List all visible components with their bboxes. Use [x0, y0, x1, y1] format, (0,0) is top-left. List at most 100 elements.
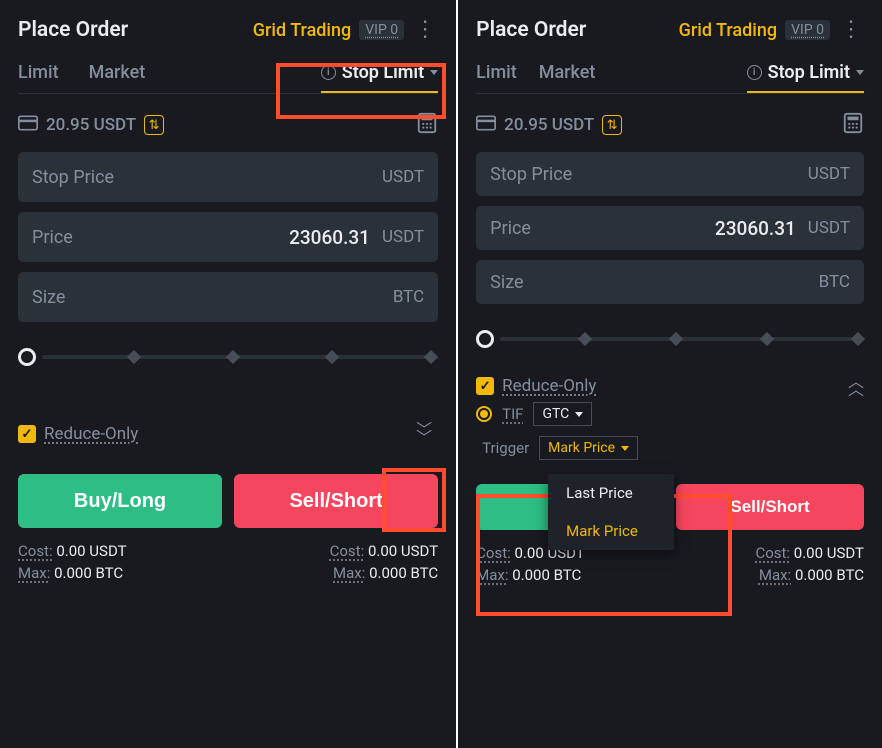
header-right: Grid Trading VIP 0 ⋮ — [253, 20, 438, 41]
vip-badge[interactable]: VIP 0 — [785, 20, 830, 40]
tif-value: GTC — [542, 406, 569, 422]
trigger-row: Trigger Mark Price — [482, 436, 864, 460]
panel-header: Place Order Grid Trading VIP 0 ⋮ — [18, 18, 438, 42]
price-input[interactable]: Price 23060.31 USDT — [476, 206, 864, 250]
price-input[interactable]: Price 23060.31 USDT — [18, 212, 438, 262]
slider-handle[interactable] — [18, 348, 36, 366]
reduce-only-label: Reduce-Only — [44, 424, 138, 444]
sell-max-value: 0.000 BTC — [369, 564, 438, 582]
balance-amount[interactable]: 20.95 USDT — [46, 115, 136, 135]
tif-select[interactable]: GTC — [533, 402, 592, 426]
sell-cost-label: Cost: — [755, 544, 790, 562]
panel-title: Place Order — [18, 18, 128, 42]
grid-trading-link[interactable]: Grid Trading — [679, 20, 777, 41]
size-slider[interactable] — [476, 330, 864, 348]
panel-header: Place Order Grid Trading VIP 0 ⋮ — [476, 18, 864, 42]
expand-advanced-icon[interactable]: ﹀﹀ — [410, 420, 438, 448]
tab-stop-limit[interactable]: i Stop Limit — [747, 62, 864, 93]
info-icon[interactable]: i — [747, 65, 762, 80]
action-buttons: Buy/Long Sell/Short — [18, 474, 438, 528]
tab-market[interactable]: Market — [539, 62, 596, 93]
tab-stop-limit-label: Stop Limit — [342, 62, 424, 83]
balance-amount[interactable]: 20.95 USDT — [504, 115, 594, 135]
price-label: Price — [32, 227, 73, 248]
chevron-down-icon[interactable] — [430, 70, 438, 75]
max-row: Max: 0.000 BTC Max: 0.000 BTC — [476, 566, 864, 584]
price-value: 23060.31 — [289, 226, 370, 249]
wallet-icon — [18, 115, 38, 135]
advanced-options-row: ✓ Reduce-Only ﹀﹀ — [18, 420, 438, 448]
tab-market[interactable]: Market — [89, 62, 146, 93]
trigger-dropdown: Last Price Mark Price — [548, 474, 674, 550]
buy-max-value: 0.000 BTC — [54, 564, 123, 582]
advanced-options-block: ✓ Reduce-Only ︿︿ TIF GTC Trigger Mark Pr… — [476, 376, 864, 478]
order-type-tabs: Limit Market i Stop Limit — [476, 62, 864, 94]
trigger-select[interactable]: Mark Price — [539, 436, 638, 460]
buy-max-label: Max: — [476, 566, 508, 584]
tab-stop-limit-label: Stop Limit — [768, 62, 850, 83]
info-icon[interactable]: i — [321, 65, 336, 80]
checkbox-checked-icon: ✓ — [476, 377, 494, 395]
max-row: Max: 0.000 BTC Max: 0.000 BTC — [18, 564, 438, 582]
reduce-only-checkbox[interactable]: ✓ Reduce-Only — [476, 376, 596, 396]
tab-limit[interactable]: Limit — [476, 62, 517, 93]
sell-cost-label: Cost: — [330, 542, 365, 560]
swap-icon[interactable]: ⇅ — [144, 115, 164, 135]
size-unit: BTC — [819, 272, 850, 292]
chevron-down-icon[interactable] — [856, 70, 864, 75]
more-menu-icon[interactable]: ⋮ — [412, 24, 438, 36]
calculator-icon[interactable] — [416, 112, 438, 138]
sell-cost-value: 0.00 USDT — [368, 542, 438, 560]
order-panel-expanded: Place Order Grid Trading VIP 0 ⋮ Limit M… — [458, 0, 882, 748]
size-input[interactable]: Size BTC — [476, 260, 864, 304]
collapse-advanced-icon[interactable]: ︿︿ — [848, 378, 864, 394]
size-label: Size — [32, 287, 65, 308]
slider-track[interactable] — [42, 355, 438, 359]
vip-badge[interactable]: VIP 0 — [359, 20, 404, 40]
trigger-value: Mark Price — [548, 440, 615, 456]
stop-price-label: Stop Price — [490, 164, 572, 185]
chevron-down-icon — [575, 412, 583, 417]
buy-max-value: 0.000 BTC — [512, 566, 581, 584]
buy-cost-value: 0.00 USDT — [56, 542, 126, 560]
sell-short-button[interactable]: Sell/Short — [676, 484, 864, 530]
size-unit: BTC — [393, 287, 424, 307]
reduce-only-checkbox[interactable]: ✓ Reduce-Only — [18, 424, 138, 444]
dropdown-option-last-price[interactable]: Last Price — [548, 474, 674, 512]
more-menu-icon[interactable]: ⋮ — [838, 24, 864, 36]
tab-limit[interactable]: Limit — [18, 62, 59, 93]
stop-price-input[interactable]: Stop Price USDT — [18, 152, 438, 202]
dropdown-option-mark-price[interactable]: Mark Price — [548, 512, 674, 550]
calculator-icon[interactable] — [842, 112, 864, 138]
size-input[interactable]: Size BTC — [18, 272, 438, 322]
grid-trading-link[interactable]: Grid Trading — [253, 20, 351, 41]
size-label: Size — [490, 272, 523, 293]
cost-row: Cost: 0.00 USDT Cost: 0.00 USDT — [18, 542, 438, 560]
sell-max-value: 0.000 BTC — [795, 566, 864, 584]
price-label: Price — [490, 218, 531, 239]
swap-icon[interactable]: ⇅ — [602, 115, 622, 135]
balance-row: 20.95 USDT ⇅ — [18, 112, 438, 138]
buy-long-button[interactable]: Buy/Long — [18, 474, 222, 528]
size-slider[interactable] — [18, 348, 438, 366]
stop-price-unit: USDT — [382, 167, 424, 187]
balance-row: 20.95 USDT ⇅ — [476, 112, 864, 138]
slider-handle[interactable] — [476, 330, 494, 348]
sell-short-button[interactable]: Sell/Short — [234, 474, 438, 528]
stop-price-unit: USDT — [808, 164, 850, 184]
slider-track[interactable] — [500, 337, 864, 341]
tif-radio[interactable] — [476, 406, 492, 422]
chevron-down-icon — [621, 446, 629, 451]
checkbox-checked-icon: ✓ — [18, 425, 36, 443]
price-value: 23060.31 — [715, 217, 796, 240]
reduce-only-label: Reduce-Only — [502, 376, 596, 396]
order-panel-collapsed: Place Order Grid Trading VIP 0 ⋮ Limit M… — [0, 0, 456, 748]
tif-label: TIF — [502, 405, 523, 423]
stop-price-input[interactable]: Stop Price USDT — [476, 152, 864, 196]
tab-stop-limit[interactable]: i Stop Limit — [321, 62, 438, 93]
sell-max-label: Max: — [759, 566, 791, 584]
wallet-icon — [476, 115, 496, 135]
buy-cost-label: Cost: — [476, 544, 511, 562]
header-right: Grid Trading VIP 0 ⋮ — [679, 20, 864, 41]
order-type-tabs: Limit Market i Stop Limit — [18, 62, 438, 94]
